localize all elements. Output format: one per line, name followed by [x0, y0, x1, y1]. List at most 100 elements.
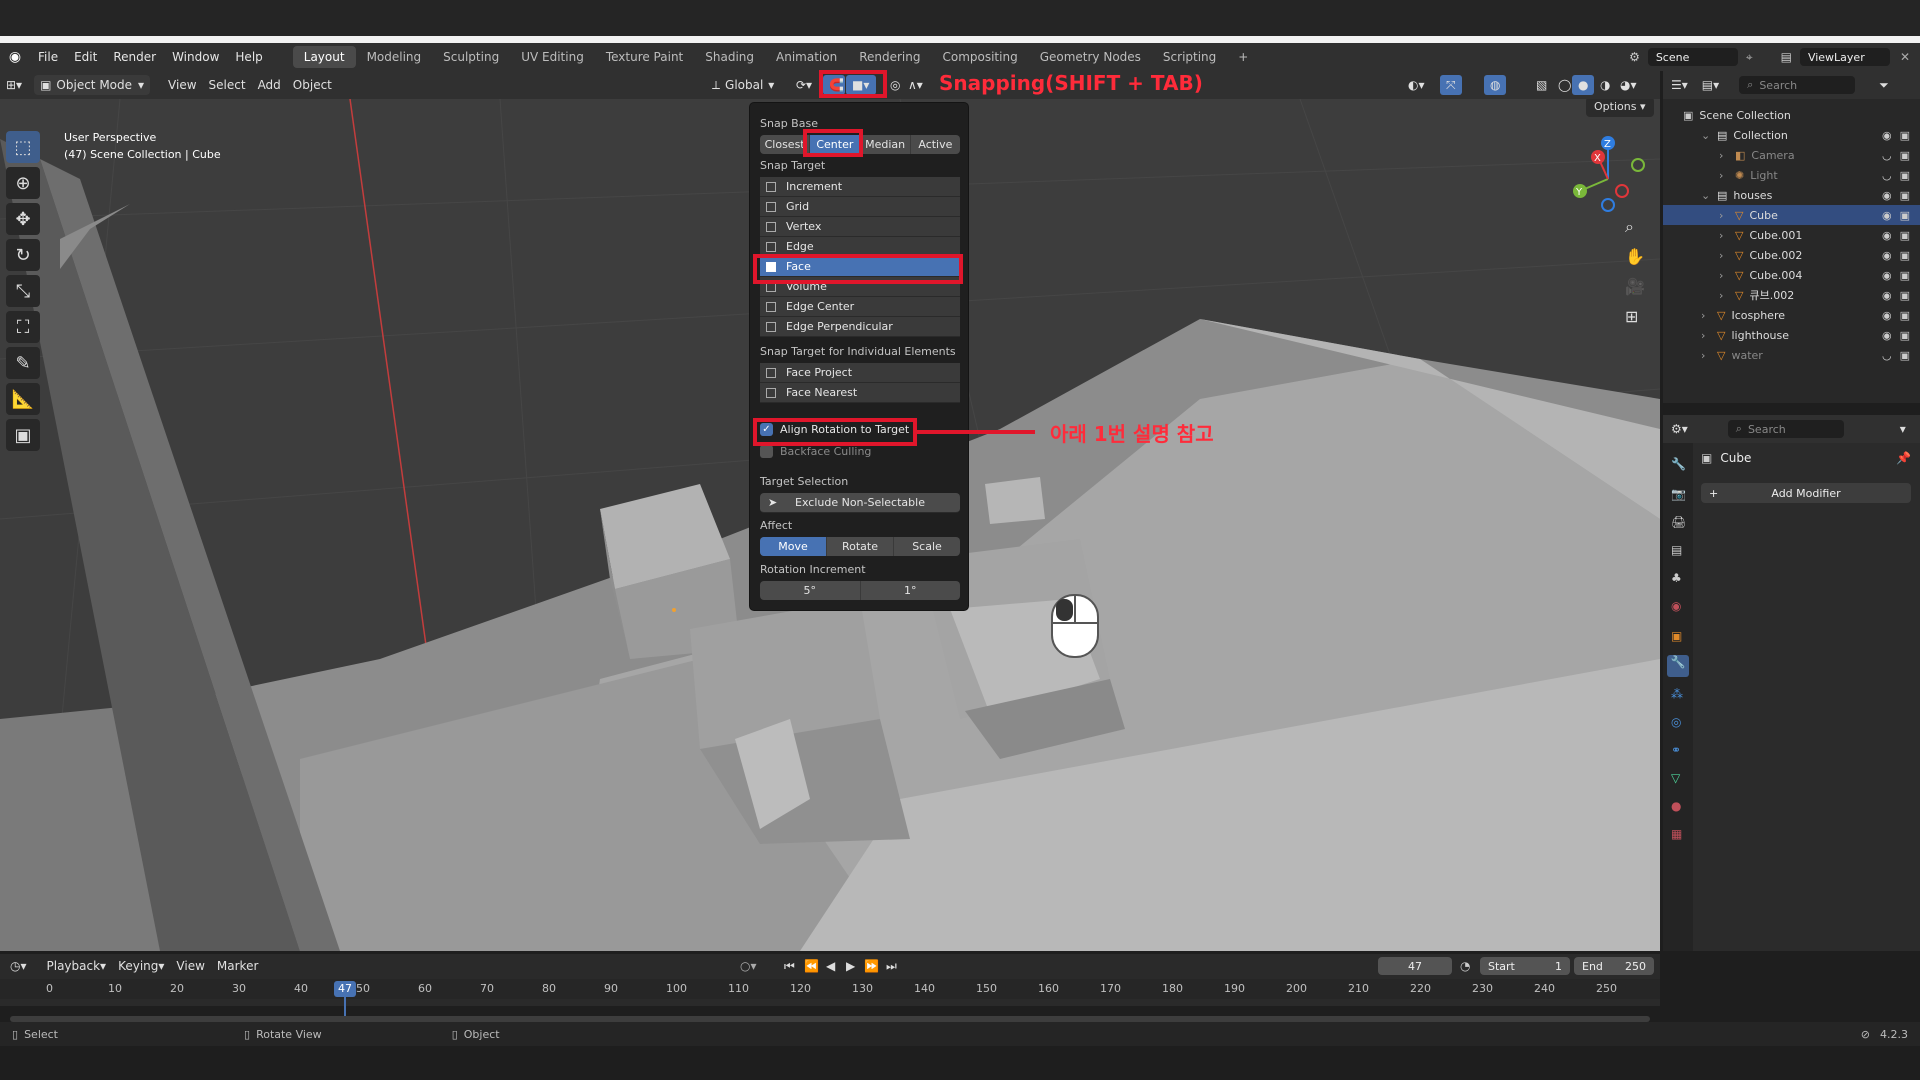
snap-target-edge-center[interactable]: Edge Center — [760, 297, 960, 317]
outliner-search-input[interactable]: ⌕ Search — [1739, 76, 1856, 94]
snap-base-active[interactable]: Active — [911, 135, 960, 154]
current-frame-field[interactable]: 47 — [1378, 957, 1452, 975]
visibility-eye-icon[interactable]: ◉ — [1882, 209, 1892, 222]
tab-scripting[interactable]: Scripting — [1152, 46, 1227, 68]
tab-compositing[interactable]: Compositing — [931, 46, 1028, 68]
menu-window[interactable]: Window — [164, 43, 227, 71]
editor-type-icon[interactable]: ⊞▾ — [0, 75, 28, 95]
menu-marker[interactable]: Marker — [211, 956, 264, 976]
menu-file[interactable]: File — [30, 43, 66, 71]
visibility-eye-icon[interactable]: ◉ — [1882, 269, 1892, 282]
menu-help[interactable]: Help — [227, 43, 270, 71]
play-icon[interactable]: ▶ — [846, 959, 855, 973]
render-camera-icon[interactable]: ▣ — [1900, 129, 1910, 142]
jump-end-icon[interactable]: ⏭ — [886, 959, 897, 974]
disclosure-chevron-icon[interactable]: › — [1719, 229, 1731, 242]
render-camera-icon[interactable]: ▣ — [1900, 309, 1910, 322]
outliner-row-cube-004[interactable]: › ▽ Cube.004 ◉ ▣ — [1663, 265, 1920, 285]
outliner-row-cube[interactable]: › ▽ Cube ◉ ▣ — [1663, 205, 1920, 225]
tab-geometry-nodes[interactable]: Geometry Nodes — [1029, 46, 1152, 68]
texture-tab-icon[interactable]: ▦ — [1671, 827, 1682, 841]
menu-edit[interactable]: Edit — [66, 43, 105, 71]
outliner-editor-icon[interactable]: ☰▾ — [1671, 78, 1688, 92]
pin-icon[interactable]: ⌖ — [1746, 50, 1753, 65]
visibility-eye-icon[interactable]: ◡ — [1882, 169, 1892, 182]
visibility-eye-icon[interactable]: ◡ — [1882, 349, 1892, 362]
view-layer-tab-icon[interactable]: ▤ — [1671, 543, 1682, 557]
scene-icon[interactable]: ⚙ — [1629, 50, 1640, 64]
disclosure-chevron-icon[interactable]: › — [1719, 289, 1731, 302]
visibility-eye-icon[interactable]: ◉ — [1882, 249, 1892, 262]
add-cube-tool[interactable]: ▣ — [6, 419, 40, 451]
select-box-tool[interactable]: ⬚ — [6, 131, 40, 163]
record-icon[interactable]: ○▾ — [740, 959, 757, 973]
timeline-editor-icon[interactable]: ◷▾ — [10, 959, 27, 973]
object-tab-icon[interactable]: ▣ — [1671, 629, 1682, 643]
disclosure-chevron-icon[interactable]: › — [1719, 269, 1731, 282]
disclosure-chevron-icon[interactable]: › — [1719, 169, 1731, 182]
navigation-gizmo[interactable]: Z Y X — [1560, 129, 1660, 229]
transform-tool[interactable]: ⛶ — [6, 311, 40, 343]
rotation-increment-coarse[interactable]: 5° — [760, 581, 861, 600]
annotate-tool[interactable]: ✎ — [6, 347, 40, 379]
display-mode-icon[interactable]: ▤▾ — [1702, 78, 1719, 92]
tab-rendering[interactable]: Rendering — [848, 46, 931, 68]
outliner-row--002[interactable]: › ▽ 큐브.002 ◉ ▣ — [1663, 285, 1920, 305]
clock-icon[interactable]: ◔ — [1460, 959, 1470, 973]
backface-culling-checkbox[interactable]: Backface Culling — [760, 445, 871, 458]
outliner-row-lighthouse[interactable]: › ▽ lighthouse ◉ ▣ — [1663, 325, 1920, 345]
rotate-tool[interactable]: ↻ — [6, 239, 40, 271]
ortho-grid-icon[interactable]: ⊞ — [1625, 307, 1638, 326]
outliner-row-houses[interactable]: ⌄ ▤ houses ◉ ▣ — [1663, 185, 1920, 205]
disclosure-chevron-icon[interactable]: › — [1719, 149, 1731, 162]
camera-view-icon[interactable]: 🎥 — [1625, 277, 1645, 296]
scene-tab-icon[interactable]: ♣ — [1671, 571, 1682, 585]
render-camera-icon[interactable]: ▣ — [1900, 189, 1910, 202]
disclosure-chevron-icon[interactable]: ⌄ — [1701, 129, 1713, 142]
tool-tab-icon[interactable]: 🔧 — [1671, 457, 1686, 471]
render-camera-icon[interactable]: ▣ — [1900, 349, 1910, 362]
outliner-row-scene-collection[interactable]: ▣ Scene Collection — [1663, 105, 1920, 125]
menu-render[interactable]: Render — [105, 43, 164, 71]
render-camera-icon[interactable]: ▣ — [1900, 209, 1910, 222]
tab-texture-paint[interactable]: Texture Paint — [595, 46, 694, 68]
render-camera-icon[interactable]: ▣ — [1900, 289, 1910, 302]
visibility-eye-icon[interactable]: ◡ — [1882, 149, 1892, 162]
viewlayer-field[interactable]: ViewLayer — [1799, 48, 1890, 66]
snap-target-grid[interactable]: Grid — [760, 197, 960, 217]
snap-target-increment[interactable]: Increment — [760, 177, 960, 197]
properties-search-input[interactable]: ⌕ Search — [1727, 420, 1844, 438]
render-camera-icon[interactable]: ▣ — [1900, 329, 1910, 342]
disclosure-chevron-icon[interactable]: ⌄ — [1701, 189, 1713, 202]
menu-select[interactable]: Select — [203, 75, 252, 95]
render-camera-icon[interactable]: ▣ — [1900, 229, 1910, 242]
playhead-marker[interactable]: 47 — [334, 981, 356, 997]
outliner-row-cube-002[interactable]: › ▽ Cube.002 ◉ ▣ — [1663, 245, 1920, 265]
filter-icon[interactable]: ⏷ — [1879, 78, 1889, 93]
affect-rotate[interactable]: Rotate — [827, 537, 894, 556]
affect-scale[interactable]: Scale — [894, 537, 960, 556]
outliner-row-light[interactable]: › ✺ Light ◡ ▣ — [1663, 165, 1920, 185]
output-tab-icon[interactable]: 🖨 — [1671, 515, 1686, 529]
xray-icon[interactable]: ▧ — [1530, 75, 1553, 95]
particles-tab-icon[interactable]: ⁂ — [1671, 687, 1683, 701]
tab-uv-editing[interactable]: UV Editing — [510, 46, 595, 68]
visibility-eye-icon[interactable]: ◉ — [1882, 289, 1892, 302]
tab-sculpting[interactable]: Sculpting — [432, 46, 510, 68]
menu-view[interactable]: View — [162, 75, 202, 95]
close-icon[interactable]: ✕ — [1900, 50, 1910, 64]
menu-timeline-view[interactable]: View — [170, 956, 210, 976]
face-project-option[interactable]: Face Project — [760, 363, 960, 383]
visibility-icon[interactable]: ◐▾ — [1402, 75, 1431, 95]
zoom-icon[interactable]: ⌕ — [1625, 217, 1634, 237]
shading-solid-icon[interactable]: ● — [1572, 75, 1595, 95]
play-reverse-icon[interactable]: ◀ — [826, 959, 835, 973]
add-modifier-button[interactable]: + Add Modifier — [1701, 483, 1911, 503]
outliner-row-cube-001[interactable]: › ▽ Cube.001 ◉ ▣ — [1663, 225, 1920, 245]
outliner-row-water[interactable]: › ▽ water ◡ ▣ — [1663, 345, 1920, 365]
jump-start-icon[interactable]: ⏮ — [784, 959, 795, 974]
affect-move[interactable]: Move — [760, 537, 827, 556]
snap-target-edge-perpendicular[interactable]: Edge Perpendicular — [760, 317, 960, 337]
add-workspace-icon[interactable]: + — [1227, 46, 1259, 68]
physics-tab-icon[interactable]: ◎ — [1671, 715, 1681, 729]
